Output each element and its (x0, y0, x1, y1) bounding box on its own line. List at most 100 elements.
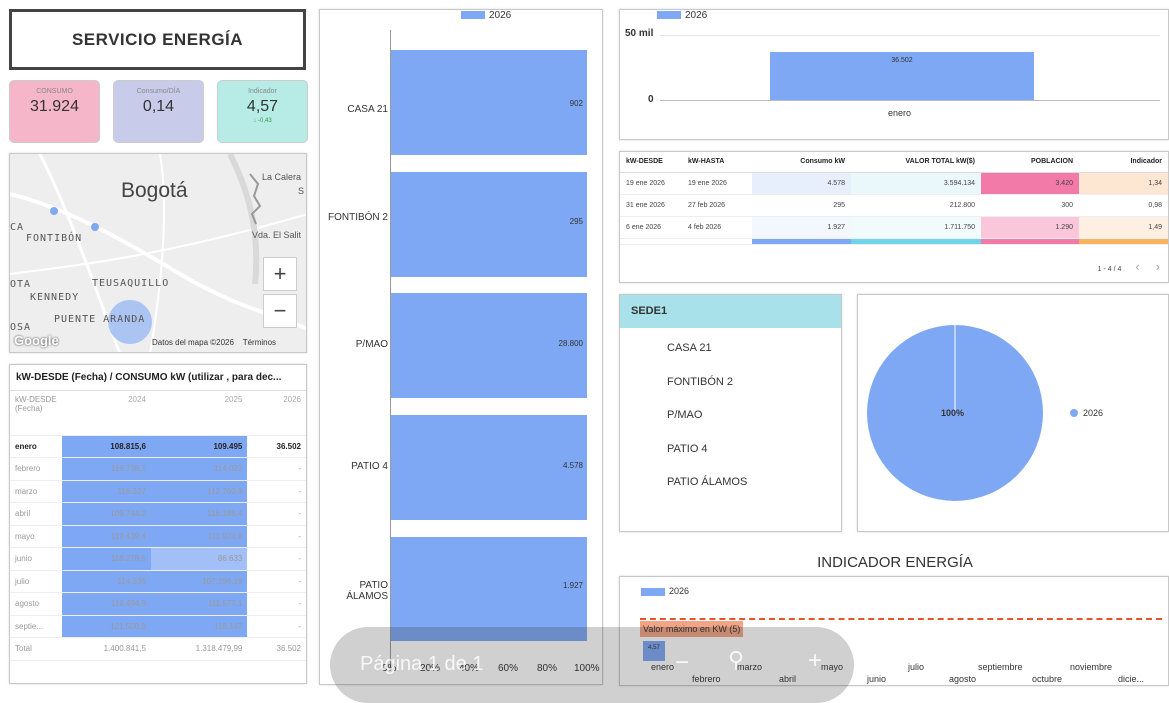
zoom-out-button[interactable]: − (263, 294, 297, 328)
pie-chart[interactable]: 100% 2026 (857, 294, 1169, 532)
legend-swatch (461, 11, 485, 20)
kpi-label: CONSUMO (36, 88, 73, 95)
legend-label: 2026 (489, 10, 512, 21)
table-cell (981, 238, 1079, 245)
pivot-cell: 1.400.841,5 (62, 637, 151, 661)
legend-label: 2026 (685, 10, 708, 21)
list-item[interactable]: FONTIBÓN 2 (620, 366, 841, 400)
list-item[interactable]: PATIO ÁLAMOS (620, 466, 841, 500)
pivot-cell: - (247, 502, 306, 526)
zoom-in-icon[interactable]: + (808, 647, 822, 675)
table-pagination: 1 - 4 / 4 ‹ › (1098, 259, 1160, 274)
pivot-header-row: kW-DESDE (Fecha) 2024 2025 2026 (10, 391, 306, 436)
pivot-cell: marzo (10, 480, 62, 503)
chart-legend: 2026 (641, 586, 689, 596)
pivot-total-row: Total 1.400.841,5 1.318.479,99 36.502 (10, 637, 306, 661)
terms-link[interactable]: Términos (243, 338, 276, 347)
pivot-header[interactable]: 2024 (62, 391, 151, 436)
pivot-cell: - (247, 570, 306, 593)
column-header[interactable]: VALOR TOTAL kW($) (851, 152, 981, 173)
pivot-cell: - (247, 615, 306, 638)
pivot-cell: 107.296,19 (150, 570, 248, 593)
kpi-card-consumo[interactable]: CONSUMO 31.924 (9, 80, 100, 143)
bar-value-label: 28.800 (558, 339, 583, 348)
pivot-cell: - (247, 592, 306, 616)
table-cell: 1.927 (752, 216, 851, 239)
x-tick-label: enero (888, 108, 912, 118)
kpi-delta: ↓ -0,43 (253, 118, 272, 124)
table-row: enero 108.815,6 109.495 36.502 (10, 435, 306, 458)
map-label-ca: CA (10, 222, 25, 233)
pivot-cell: 116.738,1 (62, 457, 151, 481)
pivot-cell: 114.022 (150, 457, 248, 481)
pivot-cell: 109.495 (150, 435, 248, 458)
sede-bar-chart[interactable]: 2026 902 CASA 21 295 FONTIBÓN 2 28.800 P… (319, 9, 603, 685)
month-label: noviembre (1070, 662, 1113, 672)
table-row: febrero 116.738,1 114.022 - (10, 457, 306, 481)
kpi-card-indicador[interactable]: Indicador 4,57 ↓ -0,43 (217, 80, 308, 143)
bar-patio-alamos[interactable]: 1.927 (391, 537, 587, 641)
map-attribution: Datos del mapa ©2026 Términos (10, 334, 306, 352)
column-bar-enero[interactable]: 36.502 (770, 52, 1034, 100)
pivot-cell: 1.318.479,99 (150, 637, 248, 661)
bar-casa-21[interactable]: 902 (391, 50, 587, 155)
pivot-cell: julio (10, 570, 62, 593)
indicator-title: INDICADOR ENERGÍA (817, 554, 973, 571)
page-navigation-overlay[interactable]: Página 1 de 1 − ⚲ + (330, 627, 854, 703)
table-row: mayo 119.439,4 111.924,8 - (10, 525, 306, 548)
kpi-value: 0,14 (142, 98, 175, 115)
bar-patio-4[interactable]: 4.578 (391, 415, 587, 520)
kpi-card-consumo-dia[interactable]: Consumo/DÍA 0,14 (113, 80, 204, 143)
pivot-cell: 36.502 (247, 637, 306, 661)
sede-filter-list[interactable]: SEDE1 CASA 21 FONTIBÓN 2 P/MAO PATIO 4 P… (619, 294, 842, 532)
map-label-osa: OSA (10, 322, 32, 333)
bar-pmao[interactable]: 28.800 (391, 293, 587, 398)
max-value-line (640, 618, 1162, 620)
zoom-in-button[interactable]: + (263, 257, 297, 291)
column-header[interactable]: POBLACION (981, 152, 1079, 173)
table-row: marzo 118.327 112.760,9 - (10, 480, 306, 503)
monthly-column-chart[interactable]: 2026 50 mil 0 36.502 enero (619, 9, 1169, 140)
table-cell: 1.290 (981, 216, 1079, 239)
list-item[interactable]: CASA 21 (620, 332, 841, 366)
bar-fontibon-2[interactable]: 295 (391, 172, 587, 277)
next-page-button[interactable]: › (1156, 259, 1160, 274)
month-label: junio (867, 674, 887, 684)
column-header[interactable]: Indicador (1079, 152, 1168, 173)
month-label: septiembre (978, 662, 1023, 672)
legend-label: 2026 (669, 586, 690, 596)
pivot-cell: - (247, 480, 306, 503)
map-label-teusaquillo: TEUSAQUILLO (92, 278, 170, 289)
pivot-header[interactable]: kW-DESDE (Fecha) (10, 391, 62, 436)
pivot-cell: 121.500,9 (62, 615, 151, 638)
pivot-cell: 119.439,4 (62, 525, 151, 548)
prev-page-button[interactable]: ‹ (1135, 259, 1139, 274)
pivot-cell: - (247, 547, 306, 571)
category-label: CASA 21 (347, 104, 388, 115)
map-panel[interactable]: Bogotá La Calera S Vda. El Salit FONTIBÓ… (9, 153, 307, 353)
sede-header: SEDE1 (620, 295, 841, 328)
list-item[interactable]: P/MAO (620, 399, 841, 433)
month-label: agosto (949, 674, 977, 684)
column-header[interactable]: kW-HASTA (682, 152, 752, 173)
search-zoom-icon[interactable]: ⚲ (728, 647, 744, 673)
pivot-cell: 118.147 (150, 615, 248, 638)
zoom-out-icon[interactable]: − (675, 649, 689, 677)
pivot-cell: 114.336 (62, 570, 151, 593)
table-cell: 212.800 (851, 194, 981, 217)
kpi-value: 31.924 (30, 98, 79, 115)
pivot-header[interactable]: 2026 (247, 391, 306, 436)
column-header[interactable]: kW-DESDE (620, 152, 682, 173)
table-cell: 295 (752, 194, 851, 217)
pivot-cell: junio (10, 547, 62, 571)
pivot-header[interactable]: 2025 (150, 391, 248, 436)
category-label: P/MAO (355, 339, 388, 350)
column-header[interactable]: Consumo kW (752, 152, 851, 173)
map-label-puente: PUENTE ARANDA (54, 314, 146, 325)
table-cell: 3.420 (981, 172, 1079, 195)
month-label: octubre (1032, 674, 1063, 684)
list-item[interactable]: PATIO 4 (620, 433, 841, 467)
category-label: PATIO 4 (351, 461, 388, 472)
table-cell: 4 feb 2026 (682, 216, 752, 239)
pivot-cell: 109.744,2 (62, 502, 151, 526)
